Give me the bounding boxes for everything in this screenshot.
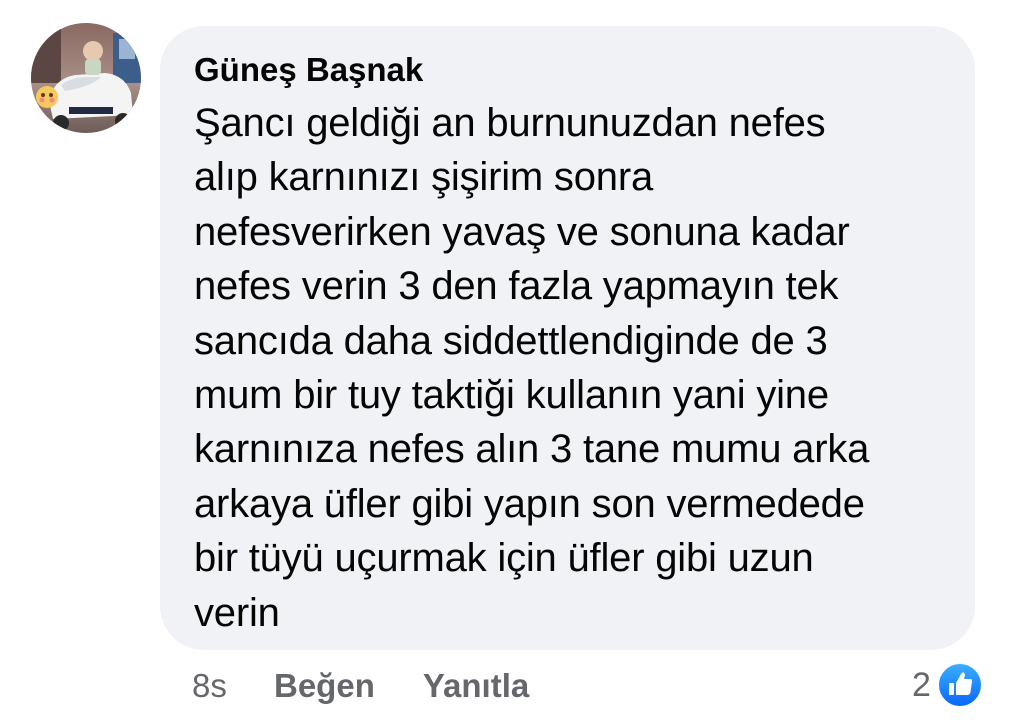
reply-button[interactable]: Yanıtla [423, 667, 529, 705]
comment-actions: 8s Beğen Yanıtla [192, 664, 529, 708]
reaction-count: 2 [912, 665, 931, 704]
comment-thread: Güneş Başnak Şancı geldiği an burnunuzda… [0, 0, 1024, 727]
like-button[interactable]: Beğen [274, 667, 375, 705]
avatar-photo [31, 23, 141, 133]
comment-author[interactable]: Güneş Başnak [194, 50, 941, 90]
comment-text: Şancı geldiği an burnunuzdan nefes alıp … [194, 101, 870, 635]
comment-bubble: Güneş Başnak Şancı geldiği an burnunuzda… [160, 26, 975, 650]
avatar[interactable] [31, 23, 141, 133]
reaction-summary[interactable]: 2 [912, 660, 983, 710]
comment-timestamp[interactable]: 8s [192, 667, 274, 705]
thumbs-up-icon [936, 662, 983, 708]
